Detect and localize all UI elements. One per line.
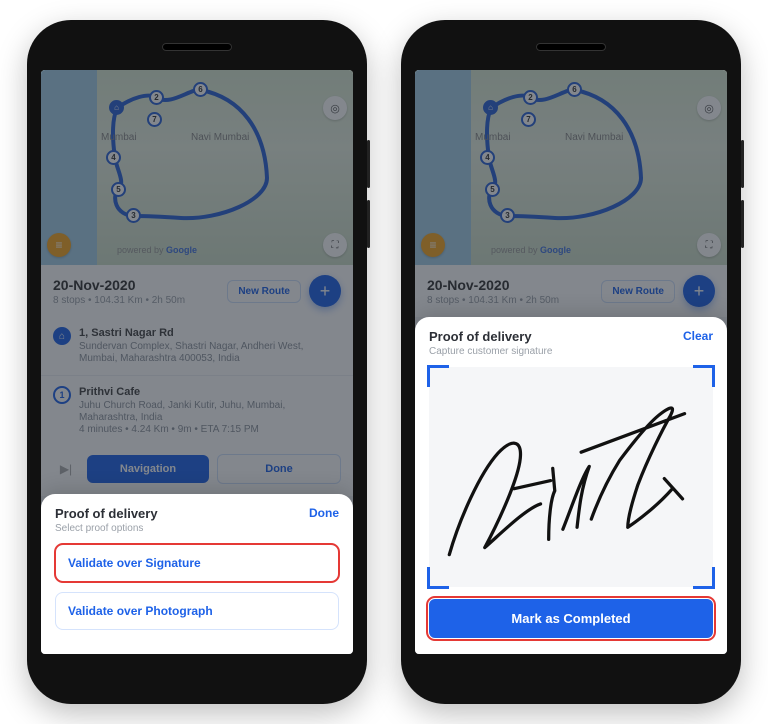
screen-2: Mumbai Navi Mumbai ⌂ 2 7 4 5 3 6 ≡ ⛶ ◎ p… — [415, 70, 727, 654]
signature-canvas[interactable] — [429, 367, 713, 587]
sheet-subtitle: Select proof options — [55, 523, 158, 534]
validate-signature-button[interactable]: Validate over Signature — [55, 544, 339, 582]
screen-1: Mumbai Navi Mumbai ⌂ 2 7 4 5 3 6 ≡ ⛶ ◎ p… — [41, 70, 353, 654]
mark-completed-button[interactable]: Mark as Completed — [429, 599, 713, 638]
phone-frame-1: Mumbai Navi Mumbai ⌂ 2 7 4 5 3 6 ≡ ⛶ ◎ p… — [27, 20, 367, 704]
signature-stroke — [429, 367, 713, 590]
signature-sheet: Proof of delivery Capture customer signa… — [415, 317, 727, 654]
clear-signature-button[interactable]: Clear — [683, 329, 713, 343]
sheet-title: Proof of delivery — [55, 506, 158, 521]
sheet-subtitle: Capture customer signature — [429, 346, 552, 357]
sheet-title: Proof of delivery — [429, 329, 552, 344]
phone-frame-2: Mumbai Navi Mumbai ⌂ 2 7 4 5 3 6 ≡ ⛶ ◎ p… — [401, 20, 741, 704]
proof-options-sheet: Proof of delivery Select proof options D… — [41, 494, 353, 654]
validate-photo-button[interactable]: Validate over Photograph — [55, 592, 339, 630]
sheet-done-button[interactable]: Done — [309, 506, 339, 520]
